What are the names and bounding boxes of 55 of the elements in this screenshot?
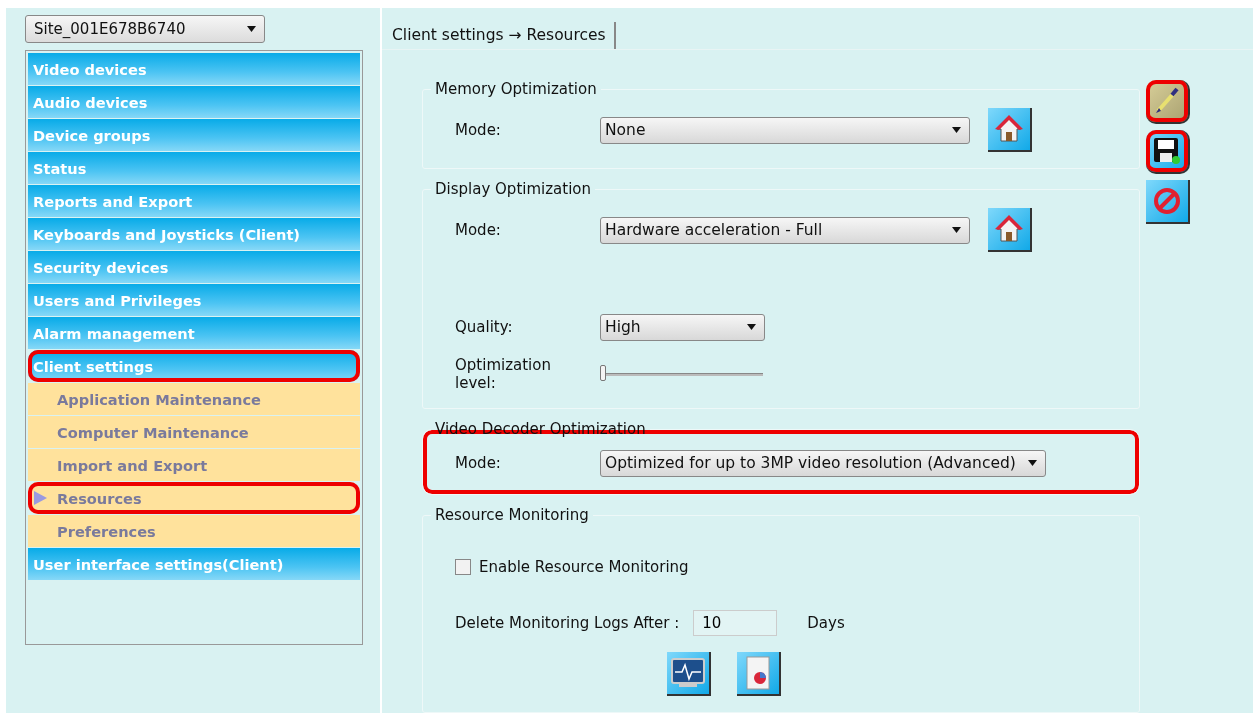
nav-subitem[interactable]: Import and Export — [28, 449, 360, 481]
days-field[interactable]: 10 — [693, 610, 778, 636]
nav-subitem[interactable]: Resources — [28, 482, 360, 514]
house-icon — [993, 113, 1025, 145]
field-label: Mode: — [455, 121, 502, 139]
save-icon — [1152, 136, 1182, 166]
dropdown[interactable]: None — [600, 116, 970, 144]
group-title: Memory Optimization — [434, 80, 598, 98]
default-button[interactable] — [988, 108, 1032, 152]
checkbox-label: Enable Resource Monitoring — [479, 558, 689, 576]
nav-item[interactable]: Keyboards and Joysticks (Client) — [28, 218, 360, 250]
edit-button[interactable] — [1146, 80, 1190, 124]
nav-item[interactable]: Reports and Export — [28, 185, 360, 217]
nav-item[interactable]: Security devices — [28, 251, 360, 283]
site-dropdown[interactable]: Site_001E678B6740 — [25, 15, 265, 43]
nav-subitem[interactable]: Computer Maintenance — [28, 416, 360, 448]
pie-report-icon — [746, 656, 770, 690]
report-button[interactable] — [737, 652, 781, 696]
nav-item[interactable]: User interface settings(Client) — [28, 548, 360, 580]
unit-label: Days — [807, 614, 845, 632]
nav-subitem[interactable]: Preferences — [28, 515, 360, 547]
nav-item[interactable]: Client settings — [28, 350, 360, 382]
checkbox[interactable] — [455, 559, 471, 575]
group-title: Display Optimization — [434, 180, 592, 198]
heartbeat-monitor-icon — [671, 658, 705, 688]
dropdown[interactable]: Hardware acceleration - Full — [600, 216, 970, 244]
caret-icon — [952, 227, 961, 233]
caret-icon — [247, 26, 256, 32]
field-label: Mode: — [455, 221, 502, 239]
nav-item[interactable]: Alarm management — [28, 317, 360, 349]
cancel-button[interactable] — [1146, 180, 1190, 224]
caret-icon — [1027, 460, 1037, 466]
nav-item[interactable]: Status — [28, 152, 360, 184]
dropdown[interactable]: Optimized for up to 3MP video resolution (Advanced) — [600, 449, 1046, 477]
group-title: Video Decoder Optimization — [434, 420, 647, 438]
nav-item[interactable]: Audio devices — [28, 86, 360, 118]
prohibited-icon — [1152, 186, 1182, 216]
field-label: Delete Monitoring Logs After : — [455, 614, 680, 632]
house-icon — [993, 213, 1025, 245]
save-button[interactable] — [1146, 130, 1190, 174]
group-title: Resource Monitoring — [434, 506, 590, 524]
nav-subitem[interactable]: Application Maintenance — [28, 383, 360, 415]
nav-item[interactable]: Users and Privileges — [28, 284, 360, 316]
field-label: Quality: — [455, 318, 514, 336]
field-label: Mode: — [455, 454, 502, 472]
default-button[interactable] — [988, 208, 1032, 252]
dropdown[interactable]: High — [600, 313, 765, 341]
monitor-button[interactable] — [667, 652, 711, 696]
nav-item[interactable]: Device groups — [28, 119, 360, 151]
slider-thumb[interactable] — [600, 365, 606, 381]
caret-icon — [747, 324, 756, 330]
tab[interactable]: Client settings → Resources — [386, 22, 616, 49]
nav-item[interactable]: Video devices — [28, 53, 360, 85]
caret-icon — [952, 127, 961, 133]
field-label: Optimization level: — [455, 356, 552, 392]
